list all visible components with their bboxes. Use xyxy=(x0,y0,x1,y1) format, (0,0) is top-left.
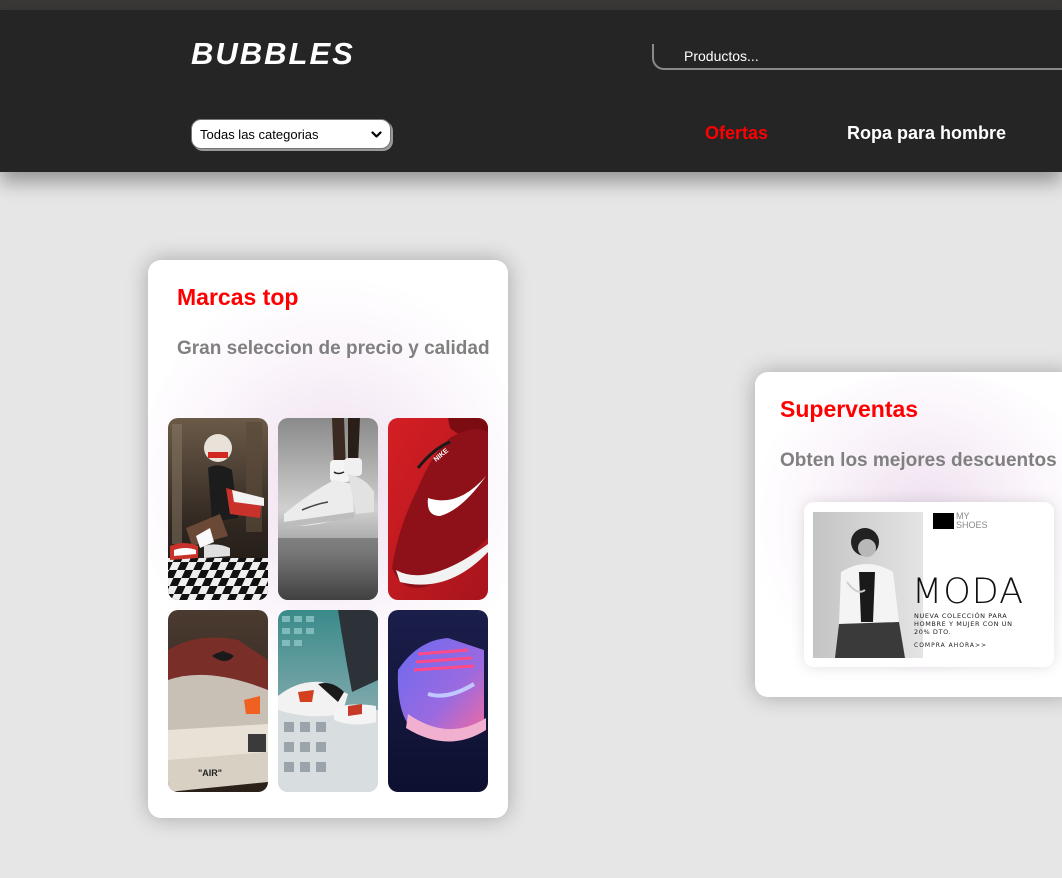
promo-brand: MY SHOES xyxy=(956,511,988,530)
sneaker-photo-neon-sneaker[interactable] xyxy=(388,610,488,792)
card-title: Superventas xyxy=(780,396,919,422)
category-select[interactable]: Todas las categorias xyxy=(191,119,391,149)
site-header: BUBBLES Productos... Todas las categoria… xyxy=(0,10,1062,172)
promo-cta-link[interactable]: COMPRA AHORA>> xyxy=(914,642,987,649)
promo-description: NUEVA COLECCIÓN PARA HOMBRE Y MUJER CON … xyxy=(914,612,1013,636)
site-logo[interactable]: BUBBLES xyxy=(191,36,355,72)
sneaker-photo-jordan-building[interactable] xyxy=(278,610,378,792)
card-subtitle: Obten los mejores descuentos xyxy=(780,450,1057,471)
promo-headline: MODA xyxy=(912,572,1025,612)
category-select-value: Todas las categorias xyxy=(200,127,319,142)
card-marcas-top: Marcas top Gran seleccion de precio y ca… xyxy=(148,260,508,818)
card-superventas: Superventas Obten los mejores descuentos… xyxy=(755,372,1062,697)
search-input[interactable]: Productos... xyxy=(652,44,1062,70)
promo-banner[interactable]: MY SHOES MODA NUEVA COLECCIÓN PARA HOMBR… xyxy=(804,502,1054,667)
card-subtitle: Gran seleccion de precio y calidad xyxy=(177,338,490,359)
nav-link-ropa-para-hombre[interactable]: Ropa para hombre xyxy=(847,123,1006,144)
svg-text:"AIR": "AIR" xyxy=(198,768,222,778)
sneaker-photo-air-jordan[interactable]: "AIR" xyxy=(168,610,268,792)
browser-top-strip xyxy=(0,0,1062,10)
sneaker-photo-red-runner[interactable]: NIKE xyxy=(388,418,488,600)
brand-logo-icon xyxy=(933,513,954,529)
card-title: Marcas top xyxy=(177,284,299,310)
sneaker-photo-white-socks[interactable] xyxy=(278,418,378,600)
promo-model-photo xyxy=(813,512,923,658)
sneaker-photo-woman-sitting[interactable] xyxy=(168,418,268,600)
search-placeholder: Productos... xyxy=(684,48,759,64)
nav-link-ofertas[interactable]: Ofertas xyxy=(705,123,768,144)
chevron-down-icon xyxy=(371,131,382,138)
